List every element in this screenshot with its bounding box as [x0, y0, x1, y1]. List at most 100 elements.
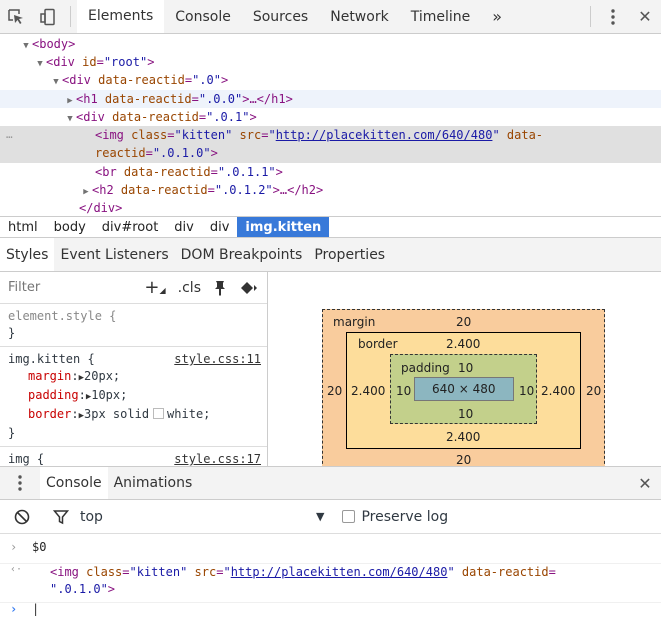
- inspect-element-button[interactable]: [0, 0, 32, 33]
- tree-node-div-close[interactable]: </div>: [0, 199, 661, 216]
- drawer-menu-button[interactable]: [0, 467, 40, 499]
- border-top-value[interactable]: 2.400: [446, 337, 480, 351]
- console-input-caret[interactable]: |: [32, 602, 39, 616]
- img-rule[interactable]: style.css:17 img {: [0, 447, 267, 466]
- input-prompt-icon: ›: [10, 540, 18, 554]
- breadcrumb-img-kitten[interactable]: img.kitten: [237, 217, 330, 237]
- customize-menu-button[interactable]: [597, 0, 629, 33]
- border-right-value[interactable]: 2.400: [541, 384, 575, 398]
- context-dropdown-arrow-icon[interactable]: ▼: [316, 510, 324, 523]
- img-kitten-rule[interactable]: style.css:11 img.kitten { margin:▶20px; …: [0, 347, 267, 447]
- plus-icon: +: [144, 277, 160, 298]
- margin-right-value[interactable]: 20: [586, 384, 601, 398]
- rule-source-link[interactable]: style.css:11: [174, 351, 261, 368]
- tree-node-img-selected[interactable]: … <img class="kitten" src="http://placek…: [0, 126, 661, 163]
- preserve-log-checkbox[interactable]: Preserve log: [342, 509, 448, 525]
- tree-node-br[interactable]: <br data-reactid=".0.1.1">: [0, 163, 661, 181]
- close-devtools-button[interactable]: ✕: [629, 0, 661, 33]
- box-model-pane: margin 20 20 20 20 border 2.400 2.400 2.…: [269, 272, 661, 466]
- rule-close: }: [8, 426, 16, 440]
- checkbox-box[interactable]: [342, 510, 356, 523]
- border-label: border: [358, 337, 398, 351]
- tree-node-div-0[interactable]: ▼ <div data-reactid=".0">: [0, 71, 661, 89]
- margin-bottom-value[interactable]: 20: [456, 453, 471, 466]
- console-output: › $0 ‹· <img class="kitten" src="http://…: [0, 534, 661, 644]
- padding-right-value[interactable]: 10: [519, 384, 534, 398]
- content-size-value[interactable]: 640 × 480: [432, 382, 496, 396]
- breadcrumb-div-root[interactable]: div#root: [94, 217, 167, 237]
- context-selector[interactable]: top: [78, 509, 308, 525]
- more-tabs-button[interactable]: »: [481, 0, 513, 33]
- styles-pane: +◢ .cls element.style { } style.css:11 i…: [0, 272, 268, 466]
- console-img-src-link[interactable]: http://placekitten.com/640/480: [231, 565, 448, 579]
- filter-button[interactable]: [44, 509, 78, 525]
- css-property-border[interactable]: border:▶3px solid white;: [8, 406, 259, 425]
- kebab-menu-icon: [611, 8, 615, 25]
- drawer-tabbar: Console Animations ✕: [0, 466, 661, 500]
- inspect-cursor-icon: [8, 8, 23, 24]
- element-state-icon[interactable]: [239, 280, 259, 296]
- device-mode-button[interactable]: [32, 0, 64, 33]
- rule-source-link[interactable]: style.css:17: [174, 451, 261, 466]
- cursor-prompt-icon: ›: [10, 602, 18, 616]
- border-left-value[interactable]: 2.400: [351, 384, 385, 398]
- margin-top-value[interactable]: 20: [456, 315, 471, 329]
- img-src-link[interactable]: http://placekitten.com/640/480: [276, 128, 493, 142]
- css-property-padding[interactable]: padding:▶10px;: [8, 387, 259, 406]
- new-style-rule-button[interactable]: +◢: [144, 277, 165, 298]
- tab-sources[interactable]: Sources: [242, 0, 319, 33]
- console-input-line: › $0: [0, 540, 661, 560]
- cls-toggle-button[interactable]: .cls: [178, 280, 201, 296]
- breadcrumb-div[interactable]: div: [166, 217, 202, 237]
- padding-top-value[interactable]: 10: [458, 361, 473, 375]
- breadcrumb-div[interactable]: div: [202, 217, 238, 237]
- dom-tree: ▼ <body> ▼ <div id="root"> ▼ <div data-reac…: [0, 34, 661, 216]
- expand-triangle-icon[interactable]: ▼: [50, 73, 62, 91]
- device-mobile-icon: [40, 8, 55, 25]
- tree-node-div-0-1[interactable]: ▼ <div data-reactid=".0.1">: [0, 108, 661, 126]
- clear-console-icon: [14, 509, 30, 524]
- breadcrumb-html[interactable]: html: [0, 217, 46, 237]
- console-result-line[interactable]: ‹· <img class="kitten" src="http://place…: [0, 563, 661, 603]
- tab-styles[interactable]: Styles: [0, 238, 55, 271]
- tree-node-div-root[interactable]: ▼ <div id="root">: [0, 53, 661, 71]
- color-swatch[interactable]: [153, 408, 165, 419]
- margin-left-value[interactable]: 20: [327, 384, 342, 398]
- close-drawer-button[interactable]: ✕: [629, 467, 661, 499]
- padding-left-value[interactable]: 10: [396, 384, 411, 398]
- tree-node-body[interactable]: ▼ <body>: [0, 35, 661, 53]
- tab-network[interactable]: Network: [319, 0, 399, 33]
- padding-label: padding: [401, 361, 450, 375]
- tree-node-h2[interactable]: ▶ <h2 data-reactid=".0.1.2">…</h2>: [0, 181, 661, 199]
- node-actions-dots[interactable]: …: [6, 126, 13, 144]
- toolbar-divider: [70, 6, 71, 27]
- breadcrumb: html body div#root div div img.kitten: [0, 216, 661, 238]
- filter-funnel-icon: [53, 509, 69, 524]
- context-value: top: [80, 508, 103, 525]
- margin-label: margin: [333, 315, 376, 329]
- element-style-rule[interactable]: element.style { }: [0, 304, 267, 347]
- clear-console-button[interactable]: [0, 509, 44, 525]
- rule-selector: element.style {: [8, 309, 117, 323]
- devtools-toolbar: Elements Console Sources Network Timelin…: [0, 0, 661, 34]
- tab-elements[interactable]: Elements: [77, 0, 165, 33]
- drawer-tab-animations[interactable]: Animations: [108, 467, 199, 499]
- console-prompt-line[interactable]: › |: [0, 602, 661, 624]
- border-bottom-value[interactable]: 2.400: [446, 430, 480, 444]
- breadcrumb-body[interactable]: body: [46, 217, 94, 237]
- tab-properties[interactable]: Properties: [308, 238, 391, 271]
- panel-tabs: Elements Console Sources Network Timelin…: [77, 0, 513, 33]
- tab-console[interactable]: Console: [164, 0, 242, 33]
- pin-icon[interactable]: [213, 280, 227, 296]
- drawer-tab-console[interactable]: Console: [40, 467, 108, 499]
- console-command: $0: [32, 540, 47, 554]
- tab-timeline[interactable]: Timeline: [400, 0, 482, 33]
- tab-dom-breakpoints[interactable]: DOM Breakpoints: [175, 238, 309, 271]
- tab-event-listeners[interactable]: Event Listeners: [54, 238, 174, 271]
- sidebar-tabs: Styles Event Listeners DOM Breakpoints P…: [0, 238, 661, 272]
- css-property-margin[interactable]: margin:▶20px;: [8, 368, 259, 387]
- tree-node-h1[interactable]: ▶ <h1 data-reactid=".0.0">…</h1>: [0, 90, 661, 108]
- padding-bottom-value[interactable]: 10: [458, 407, 473, 421]
- styles-filter-input[interactable]: [8, 280, 118, 295]
- toolbar-divider: [590, 6, 591, 27]
